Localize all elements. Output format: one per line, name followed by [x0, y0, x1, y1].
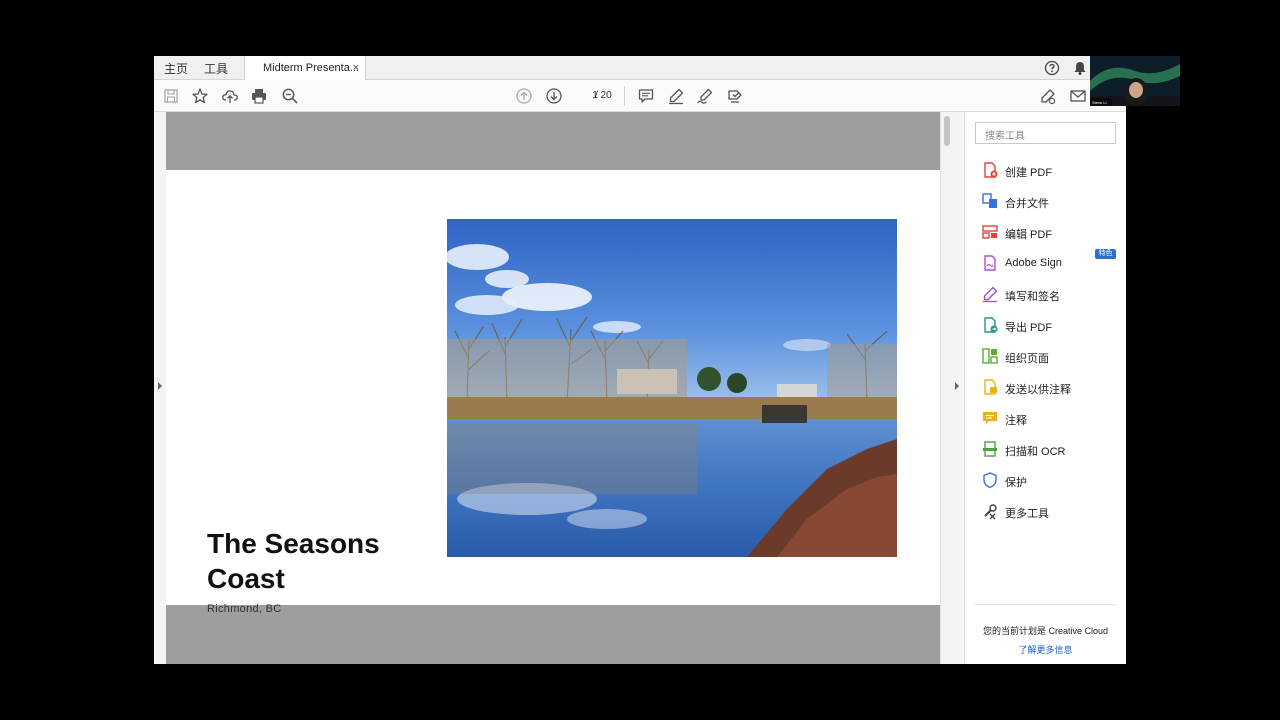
tab-bar: 主页 工具 Midterm Presenta... ×	[154, 56, 1126, 81]
featured-badge: 特色	[1095, 249, 1116, 259]
help-icon[interactable]	[1044, 60, 1060, 76]
tool-label: 导出 PDF	[1005, 322, 1053, 334]
slide-title: The Seasons Coast	[207, 526, 427, 596]
tool-label: 填写和签名	[1005, 291, 1060, 303]
edit-pdf-icon	[982, 225, 998, 239]
sign-share-icon[interactable]	[1039, 87, 1057, 105]
save-icon[interactable]	[162, 87, 180, 105]
acrobat-window: 主页 工具 Midterm Presenta... × 1 / 20 The S…	[154, 56, 1126, 664]
webcam-name-label: Steve Li	[1092, 100, 1107, 105]
tool-item-1[interactable]: 合并文件	[981, 192, 1121, 212]
previous-page-icon[interactable]	[515, 87, 533, 105]
tools-panel: 搜索工具 创建 PDF 合并文件编辑 PDF Adobe Sign 填写和签名导出 P…	[964, 112, 1126, 664]
tool-item-9[interactable]: 扫描和 OCR	[981, 440, 1121, 460]
tool-label: 保护	[1005, 477, 1027, 489]
tab-tools[interactable]: 工具	[204, 60, 228, 77]
slide-page: The Seasons Coast Richmond, BC	[166, 170, 940, 615]
scrollbar-thumb[interactable]	[944, 116, 950, 146]
tool-label: 合并文件	[1005, 198, 1049, 210]
tool-item-0[interactable]: 创建 PDF	[981, 161, 1121, 181]
email-icon[interactable]	[1069, 87, 1087, 105]
expand-left-panel-icon[interactable]	[157, 382, 163, 390]
tool-item-2[interactable]: 编辑 PDF	[981, 223, 1121, 243]
cloud-upload-icon[interactable]	[221, 87, 239, 105]
tool-label: 组织页面	[1005, 353, 1049, 365]
toolbar: 1 / 20	[154, 80, 1126, 112]
learn-more-link[interactable]: 了解更多信息	[975, 643, 1116, 656]
document-tab-title: Midterm Presenta...	[263, 62, 359, 74]
webcam-thumbnail: Steve Li	[1090, 56, 1180, 106]
organize-pages-icon	[982, 348, 998, 364]
page-total: / 20	[595, 90, 612, 101]
create-pdf-icon	[984, 162, 998, 178]
tool-label: 扫描和 OCR	[1005, 446, 1066, 458]
send-comment-icon	[984, 379, 997, 395]
bell-icon[interactable]	[1072, 60, 1088, 76]
scan-ocr-icon	[983, 441, 997, 457]
fill-sign-icon	[983, 286, 998, 303]
tool-label: 更多工具	[1005, 508, 1049, 520]
document-view[interactable]: The Seasons Coast Richmond, BC	[154, 112, 964, 664]
protect-icon	[983, 472, 997, 489]
collapse-right-panel-icon[interactable]	[954, 382, 960, 390]
tool-label: 编辑 PDF	[1005, 229, 1053, 241]
combine-files-icon	[982, 193, 997, 208]
tab-home[interactable]: 主页	[164, 60, 188, 77]
search-tools-input[interactable]: 搜索工具	[975, 122, 1116, 144]
comment-icon[interactable]	[637, 87, 655, 105]
slide-subtitle: Richmond, BC	[207, 603, 282, 615]
more-tools-icon	[984, 504, 997, 520]
star-icon[interactable]	[191, 87, 209, 105]
panel-footer: 您的当前计划是 Creative Cloud 了解更多信息	[975, 604, 1116, 655]
lake-photo	[447, 219, 897, 557]
export-pdf-icon	[984, 317, 998, 333]
tool-item-11[interactable]: 更多工具	[981, 502, 1121, 522]
sign-pen-icon[interactable]	[696, 87, 714, 105]
next-page-icon[interactable]	[545, 87, 563, 105]
slide-title-line-1: The Seasons	[207, 528, 380, 559]
zoom-out-icon[interactable]	[281, 87, 299, 105]
comment-icon	[983, 412, 997, 424]
tool-item-6[interactable]: 组织页面	[981, 347, 1121, 367]
vertical-scrollbar[interactable]	[940, 112, 964, 664]
close-tab-icon[interactable]: ×	[353, 62, 359, 74]
tool-label: 创建 PDF	[1005, 167, 1053, 179]
adobe-sign-icon	[984, 255, 996, 271]
tool-label: 发送以供注释	[1005, 384, 1071, 396]
tab-document[interactable]: Midterm Presenta... ×	[244, 56, 366, 81]
plan-text: 您的当前计划是 Creative Cloud	[982, 626, 1109, 636]
highlight-pen-icon[interactable]	[667, 87, 685, 105]
tool-item-8[interactable]: 注释	[981, 409, 1121, 429]
tool-item-5[interactable]: 导出 PDF	[981, 316, 1121, 336]
tool-label: Adobe Sign	[1005, 257, 1062, 269]
toolbar-divider	[624, 86, 625, 106]
slide-title-line-2: Coast	[207, 563, 285, 594]
stamp-icon[interactable]	[726, 87, 744, 105]
tool-label: 注释	[1005, 415, 1027, 427]
tool-item-4[interactable]: 填写和签名	[981, 285, 1121, 305]
tool-item-10[interactable]: 保护	[981, 471, 1121, 491]
tool-item-7[interactable]: 发送以供注释	[981, 378, 1121, 398]
print-icon[interactable]	[250, 87, 268, 105]
